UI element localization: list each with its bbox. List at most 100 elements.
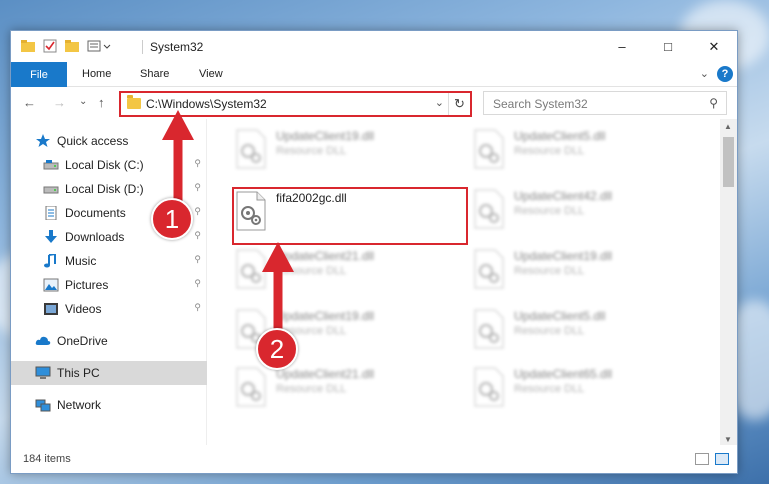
- sidebar-item-pictures[interactable]: Pictures ⚲: [11, 273, 207, 297]
- file-name: UpdateClient42.dll: [514, 189, 613, 203]
- tab-file[interactable]: File: [11, 62, 67, 87]
- file-item[interactable]: UpdateClient21.dll Resource DLL: [230, 361, 460, 413]
- sidebar-item-network[interactable]: Network: [11, 393, 207, 417]
- vertical-scrollbar[interactable]: ▲ ▼: [720, 119, 737, 447]
- customize-toolbar-icon[interactable]: [87, 39, 115, 55]
- dll-file-icon: [236, 367, 266, 407]
- sidebar-item-label: This PC: [57, 366, 100, 380]
- drive-icon: [43, 182, 59, 196]
- highlight-box: [232, 187, 468, 245]
- sidebar-item-videos[interactable]: Videos ⚲: [11, 297, 207, 321]
- file-name: UpdateClient5.dll: [514, 309, 606, 323]
- music-icon: [43, 252, 59, 268]
- details-view-icon[interactable]: [695, 453, 709, 465]
- file-item[interactable]: UpdateClient42.dll Resource DLL: [468, 183, 698, 235]
- sidebar-item-music[interactable]: Music ⚲: [11, 249, 207, 273]
- file-item[interactable]: UpdateClient19.dll Resource DLL: [230, 123, 460, 175]
- sidebar-item-this-pc[interactable]: This PC: [11, 361, 207, 385]
- sidebar-item-label: OneDrive: [57, 334, 108, 348]
- file-item[interactable]: UpdateClient19.dll Resource DLL: [468, 243, 698, 295]
- navigation-bar: ← → ⌄ ↑ C:\Windows\System32 ⌄ ↻ Search S…: [11, 87, 737, 119]
- address-dropdown-icon[interactable]: ⌄: [435, 96, 444, 109]
- dll-file-icon: [474, 249, 504, 289]
- downloads-icon: [43, 230, 59, 244]
- tab-home[interactable]: Home: [82, 68, 111, 80]
- sidebar-item-label: Quick access: [57, 134, 129, 148]
- expand-ribbon-icon[interactable]: ⌄: [700, 67, 709, 80]
- folder-icon: [127, 95, 141, 109]
- file-name: UpdateClient5.dll: [514, 129, 606, 143]
- sidebar-item-label: Documents: [65, 206, 126, 220]
- folder-icon: [21, 39, 35, 55]
- sidebar-item-label: Music: [65, 254, 97, 268]
- file-type: Resource DLL: [276, 383, 347, 395]
- up-button[interactable]: ↑: [98, 95, 105, 110]
- pin-icon[interactable]: ⚲: [194, 278, 201, 289]
- properties-icon[interactable]: [43, 39, 57, 55]
- search-input[interactable]: Search System32 ⚲: [483, 91, 727, 115]
- sidebar-item-label: Videos: [65, 302, 102, 316]
- title-separator: [142, 40, 143, 54]
- close-button[interactable]: ✕: [691, 31, 737, 62]
- pin-icon[interactable]: ⚲: [194, 230, 201, 241]
- search-icon[interactable]: ⚲: [709, 96, 718, 110]
- tab-view[interactable]: View: [199, 68, 223, 80]
- computer-icon: [35, 366, 51, 380]
- minimize-button[interactable]: –: [599, 31, 645, 62]
- sidebar-item-label: Local Disk (D:): [65, 182, 144, 196]
- dll-file-icon: [474, 189, 504, 229]
- maximize-button[interactable]: □: [645, 31, 691, 62]
- documents-icon: [43, 205, 59, 221]
- pin-icon[interactable]: ⚲: [194, 302, 201, 313]
- forward-button[interactable]: →: [53, 95, 66, 110]
- file-item[interactable]: UpdateClient65.dll Resource DLL: [468, 361, 698, 413]
- file-type: Resource DLL: [514, 265, 585, 277]
- network-icon: [35, 398, 51, 412]
- new-folder-icon[interactable]: [65, 39, 79, 55]
- file-type: Resource DLL: [514, 205, 585, 217]
- sidebar-item-label: Downloads: [65, 230, 125, 244]
- file-explorer-window: System32 – □ ✕ File Home Share View ⌄ ? …: [10, 30, 738, 474]
- pictures-icon: [43, 278, 59, 292]
- file-type: Resource DLL: [514, 325, 585, 337]
- tab-share[interactable]: Share: [140, 68, 169, 80]
- title-bar: System32 – □ ✕: [11, 31, 737, 62]
- large-icons-view-icon[interactable]: [715, 453, 729, 465]
- file-name: UpdateClient21.dll: [276, 367, 375, 381]
- sidebar-item-label: Local Disk (C:): [65, 158, 144, 172]
- refresh-button[interactable]: ↻: [448, 93, 470, 115]
- file-name: UpdateClient65.dll: [514, 367, 613, 381]
- scrollbar-thumb[interactable]: [723, 137, 734, 187]
- dll-file-icon: [474, 129, 504, 169]
- scroll-up-arrow-icon[interactable]: ▲: [724, 122, 732, 131]
- help-icon[interactable]: ?: [717, 66, 733, 82]
- back-button[interactable]: ←: [23, 95, 36, 110]
- scroll-down-arrow-icon[interactable]: ▼: [724, 435, 732, 444]
- step-marker-2: 2: [256, 328, 298, 370]
- sidebar-item-label: Network: [57, 398, 102, 412]
- pin-icon[interactable]: ⚲: [194, 254, 201, 265]
- file-name: UpdateClient19.dll: [276, 129, 375, 143]
- annotation-arrow-2: [262, 242, 294, 335]
- search-placeholder: Search System32: [493, 97, 588, 111]
- videos-icon: [43, 302, 59, 316]
- recent-locations-button[interactable]: ⌄: [79, 96, 87, 107]
- ribbon-tabs: File Home Share View ⌄ ?: [11, 62, 737, 87]
- dll-file-icon: [236, 129, 266, 169]
- file-item[interactable]: UpdateClient5.dll Resource DLL: [468, 303, 698, 355]
- dll-file-icon: [474, 367, 504, 407]
- sidebar-item-onedrive[interactable]: OneDrive: [11, 329, 207, 353]
- file-name: UpdateClient19.dll: [514, 249, 613, 263]
- file-item[interactable]: UpdateClient5.dll Resource DLL: [468, 123, 698, 175]
- item-count: 184 items: [23, 453, 71, 465]
- drive-icon: [43, 158, 59, 172]
- status-bar: 184 items: [11, 445, 737, 473]
- file-type: Resource DLL: [514, 383, 585, 395]
- step-marker-1: 1: [151, 198, 193, 240]
- sidebar-item-label: Pictures: [65, 278, 109, 292]
- file-type: Resource DLL: [514, 145, 585, 157]
- star-icon: [35, 134, 51, 148]
- window-title: System32: [150, 40, 204, 54]
- file-type: Resource DLL: [276, 145, 347, 157]
- cloud-icon: [35, 334, 51, 348]
